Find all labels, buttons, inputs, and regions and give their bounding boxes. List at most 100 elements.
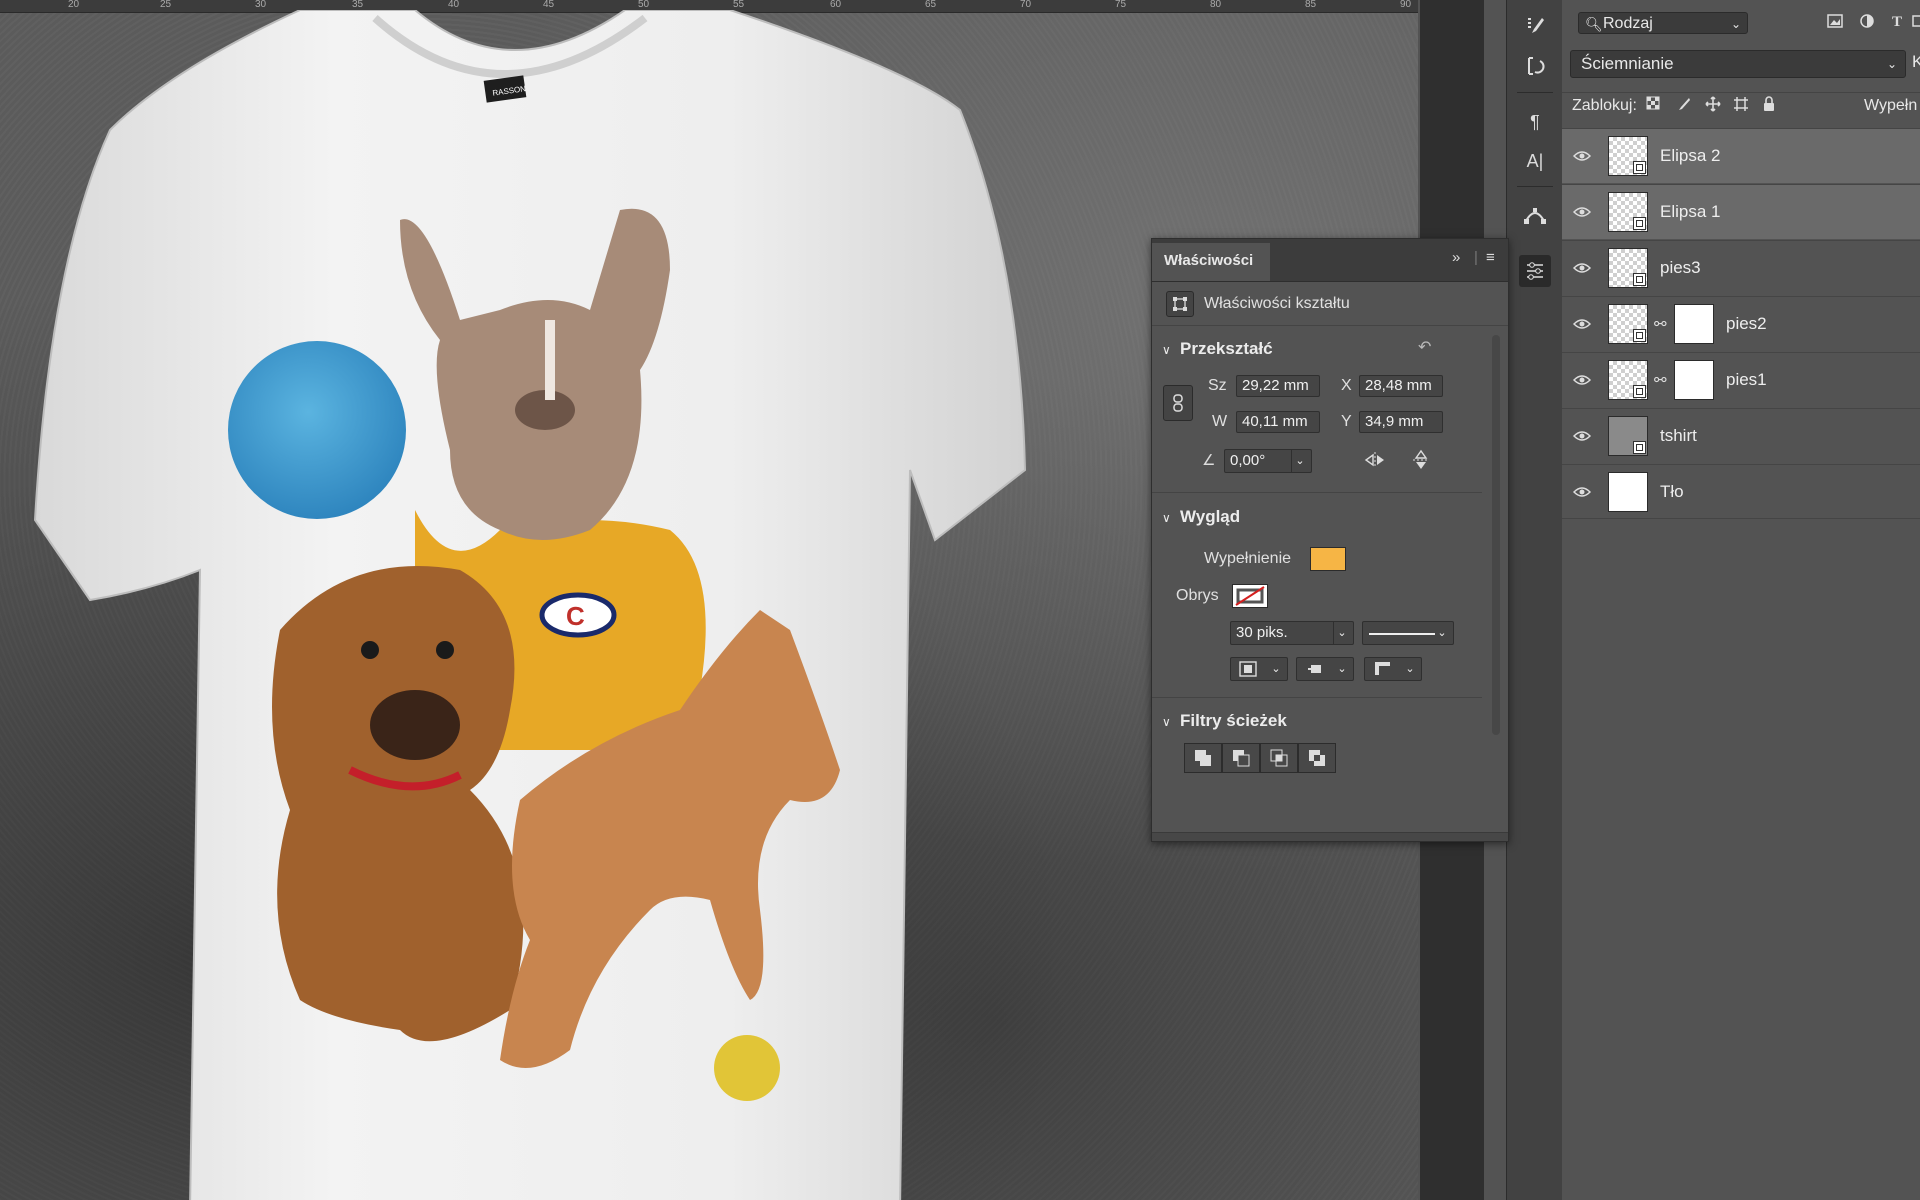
height-input[interactable]: 40,11 mm [1236, 411, 1320, 433]
panel-menu-icon[interactable]: ≡ [1486, 249, 1495, 266]
adjustment-layer-filter-icon[interactable] [1856, 14, 1878, 34]
opacity-label: K [1912, 52, 1920, 71]
panel-icon-strip: ¶ A| [1506, 0, 1564, 1200]
layer-name: tshirt [1660, 426, 1697, 445]
layer-row-elipsa-1[interactable]: Elipsa 1 [1562, 184, 1920, 239]
flip-horizontal-icon[interactable] [1364, 451, 1386, 474]
paragraph-glyph: ¶ [1530, 111, 1540, 132]
lock-artboard-icon[interactable] [1730, 96, 1752, 118]
history-brush-icon[interactable] [1519, 50, 1551, 82]
angle-select[interactable]: 0,00° ⌄ [1224, 449, 1312, 473]
layer-mask-thumbnail[interactable] [1674, 304, 1714, 344]
ruler-label: 20 [68, 0, 80, 10]
shape-layer-filter-icon[interactable] [1910, 14, 1920, 34]
lock-image-pixels-icon[interactable] [1672, 96, 1694, 118]
visibility-eye-icon[interactable] [1570, 422, 1594, 450]
properties-icon[interactable] [1519, 255, 1551, 287]
paragraph-icon[interactable]: ¶ [1519, 106, 1551, 138]
visibility-eye-icon[interactable] [1570, 198, 1594, 226]
fill-color-swatch[interactable] [1310, 547, 1346, 571]
search-icon: 🔍︎ [1585, 16, 1603, 32]
properties-scrollbar[interactable] [1492, 335, 1500, 735]
tab-properties[interactable]: Właściwości [1152, 243, 1270, 281]
combine-shapes-icon [1195, 750, 1211, 766]
lock-all-icon[interactable] [1758, 96, 1780, 118]
panel-resize-handle[interactable] [1152, 832, 1508, 841]
shape-layer-badge-icon [1633, 161, 1646, 174]
svg-text:C: C [566, 601, 585, 631]
layer-thumbnail [1608, 472, 1648, 512]
paths-icon[interactable] [1519, 200, 1551, 232]
mask-link-icon[interactable]: ⚯︎ [1654, 371, 1667, 389]
character-icon[interactable]: A| [1519, 145, 1551, 177]
y-input[interactable]: 34,9 mm [1359, 411, 1443, 433]
chevron-down-icon: ⌄ [1437, 627, 1447, 639]
shape-properties-icon [1166, 291, 1194, 317]
smart-object-badge-icon [1633, 329, 1646, 342]
brush-presets-icon[interactable] [1519, 10, 1551, 42]
x-input[interactable]: 28,48 mm [1359, 375, 1443, 397]
visibility-eye-icon[interactable] [1570, 254, 1594, 282]
width-input[interactable]: 29,22 mm [1236, 375, 1320, 397]
pixel-layer-filter-icon[interactable] [1824, 14, 1846, 34]
stroke-corner-select[interactable]: ⌄ [1364, 657, 1422, 681]
lock-transparent-pixels-icon[interactable] [1642, 96, 1664, 118]
layer-row-pies3[interactable]: pies3 [1562, 240, 1920, 295]
layer-row-tshirt[interactable]: tshirt [1562, 408, 1920, 463]
layer-mask-thumbnail[interactable] [1674, 360, 1714, 400]
collapse-panel-icon[interactable]: » [1452, 249, 1460, 266]
stroke-width-select[interactable]: 30 piks. ⌄ [1230, 621, 1354, 645]
path-operations-section-header[interactable]: ∨ Filtry ścieżek [1162, 711, 1287, 731]
stroke-type-select[interactable]: ⌄ [1362, 621, 1454, 645]
flip-vertical-icon[interactable] [1412, 449, 1430, 476]
layer-kind-filter[interactable]: 🔍︎ Rodzaj ⌄ [1578, 12, 1748, 34]
visibility-eye-icon[interactable] [1570, 142, 1594, 170]
layer-name: Tło [1660, 482, 1684, 501]
link-width-height-button[interactable] [1163, 385, 1193, 421]
stroke-cap-select[interactable]: ⌄ [1296, 657, 1354, 681]
appearance-section-header[interactable]: ∨ Wygląd [1162, 507, 1240, 527]
tshirt-artwork: RASSON C [33, 10, 1027, 1200]
layer-name: pies1 [1726, 370, 1767, 389]
fill-label: Wypełnienie [1204, 550, 1292, 567]
lock-position-icon[interactable] [1702, 96, 1724, 118]
layer-thumbnail [1608, 416, 1648, 456]
layer-row-pies1[interactable]: ⚯︎ pies1 [1562, 352, 1920, 407]
subtract-front-shape-icon [1233, 750, 1250, 767]
layer-name: pies3 [1660, 258, 1701, 277]
stroke-label: Obrys [1176, 587, 1219, 604]
layer-row-elipsa-2[interactable]: Elipsa 2 [1562, 128, 1920, 183]
chevron-down-icon: ∨ [1162, 715, 1171, 729]
stroke-align-inside-icon [1239, 661, 1257, 677]
visibility-eye-icon[interactable] [1570, 310, 1594, 338]
transform-section-header[interactable]: ∨ Przekształć [1162, 339, 1273, 359]
reset-transform-icon[interactable]: ↶ [1418, 337, 1431, 357]
layer-thumbnail [1608, 304, 1648, 344]
visibility-eye-icon[interactable] [1570, 366, 1594, 394]
shape-properties-title: Właściwości kształtu [1204, 295, 1350, 312]
chevron-down-icon: ∨ [1162, 511, 1171, 525]
subtract-front-shape-button[interactable] [1222, 743, 1260, 773]
stroke-corner-icon [1375, 662, 1390, 675]
yellow-ellipse [714, 1035, 780, 1101]
ruler-label: 40 [448, 0, 460, 10]
fill-label: Wypełn [1864, 97, 1918, 114]
intersect-shapes-button[interactable] [1260, 743, 1298, 773]
mask-link-icon[interactable]: ⚯︎ [1654, 315, 1667, 333]
ruler-label: 55 [733, 0, 745, 10]
header-divider: | [1474, 249, 1478, 266]
chevron-down-icon: ∨ [1162, 343, 1171, 357]
stroke-align-select[interactable]: ⌄ [1230, 657, 1288, 681]
blend-mode-select[interactable]: Ściemnianie ⌄ [1570, 50, 1906, 78]
type-layer-filter-icon[interactable]: T [1886, 14, 1908, 34]
x-label: X [1341, 377, 1352, 394]
combine-shapes-button[interactable] [1184, 743, 1222, 773]
stroke-color-swatch[interactable] [1232, 584, 1268, 608]
visibility-eye-icon[interactable] [1570, 478, 1594, 506]
exclude-overlap-button[interactable] [1298, 743, 1336, 773]
lock-label: Zablokuj: [1572, 97, 1637, 114]
ruler-label: 70 [1020, 0, 1032, 10]
layer-row-background[interactable]: Tło [1562, 464, 1920, 519]
layer-thumbnail [1608, 192, 1648, 232]
layer-row-pies2[interactable]: ⚯︎ pies2 [1562, 296, 1920, 351]
